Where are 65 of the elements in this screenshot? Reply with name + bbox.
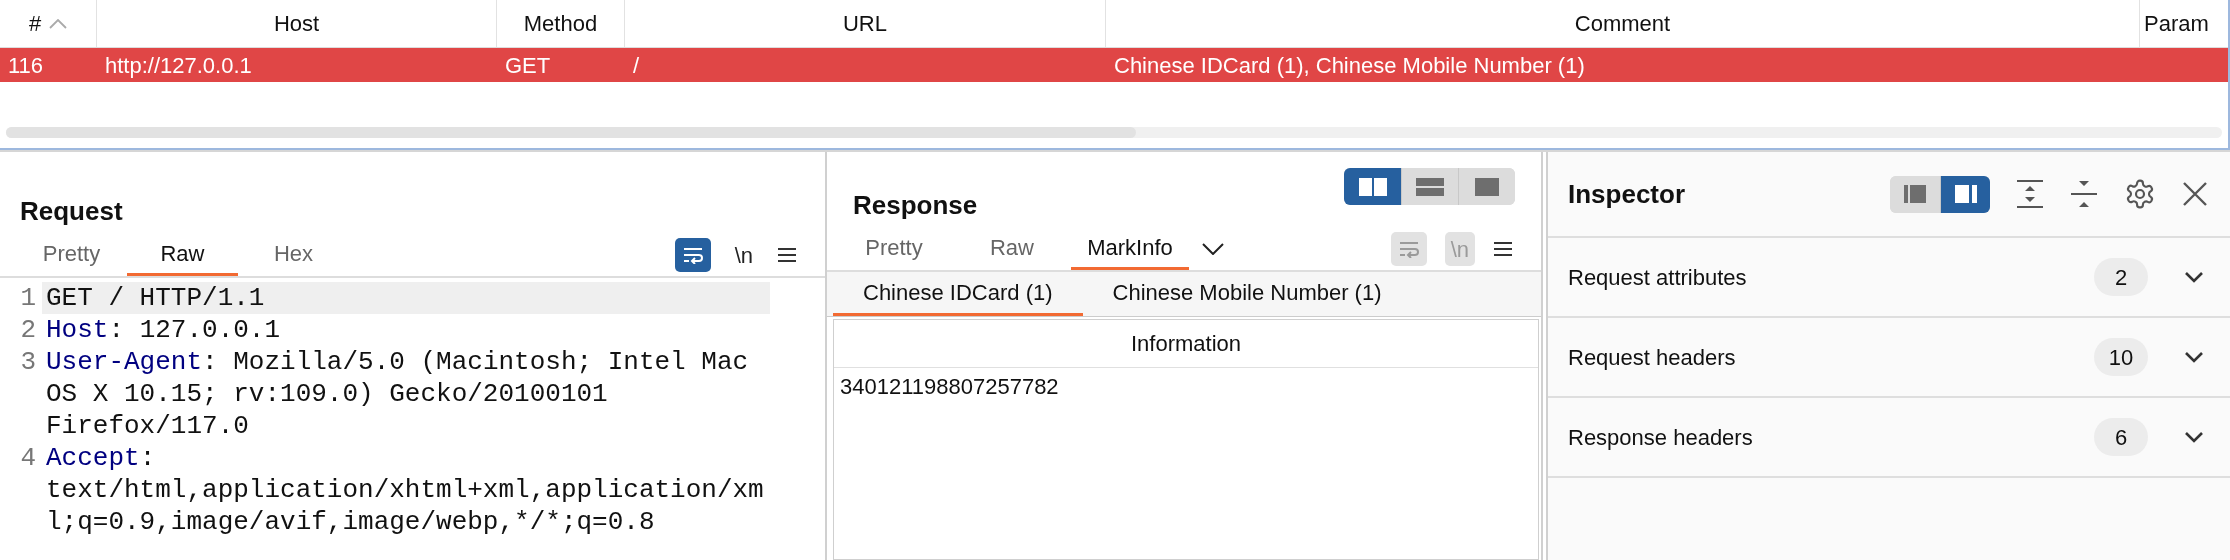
column-header[interactable]: Comment bbox=[1106, 0, 2140, 47]
scrollbar-thumb[interactable] bbox=[6, 127, 1136, 138]
single-pane-icon bbox=[1475, 177, 1499, 196]
tab[interactable]: Hex bbox=[238, 234, 349, 276]
panel-title: Response bbox=[852, 189, 978, 222]
menu-icon[interactable] bbox=[1493, 241, 1513, 257]
column-header[interactable]: URL bbox=[625, 0, 1106, 47]
panel-title: Request bbox=[19, 195, 123, 228]
split-columns-icon bbox=[1358, 177, 1387, 196]
layout-toggle[interactable] bbox=[1344, 168, 1401, 205]
collapse-icon[interactable] bbox=[2070, 179, 2098, 209]
line-number: 3 bbox=[19, 346, 37, 378]
split-rows-icon bbox=[1416, 177, 1444, 196]
table-cell: 116 bbox=[8, 52, 44, 78]
code-line: Host: 127.0.0.1 bbox=[45, 314, 282, 346]
section-label: Request attributes bbox=[1568, 263, 1748, 292]
scrollbar-track[interactable] bbox=[6, 127, 2222, 138]
wrap-lines-icon bbox=[1397, 240, 1420, 258]
section-label: Request headers bbox=[1568, 343, 1737, 372]
table-cell-text: 340121198807257782 bbox=[840, 372, 1059, 401]
inspector-section[interactable]: Request headers 10 bbox=[1548, 318, 2230, 398]
close-icon[interactable] bbox=[2182, 181, 2208, 207]
line-number: 4 bbox=[19, 442, 37, 474]
tab[interactable]: Raw bbox=[127, 234, 238, 276]
wrap-lines-icon bbox=[681, 246, 704, 264]
panel-right-icon bbox=[1954, 185, 1977, 203]
table-cell: GET bbox=[505, 52, 551, 78]
tab[interactable]: Pretty bbox=[16, 234, 127, 276]
panel-left-icon bbox=[1904, 185, 1926, 203]
column-header[interactable]: Host bbox=[97, 0, 497, 47]
chevron-down-icon[interactable] bbox=[2184, 271, 2204, 283]
column-header[interactable]: Information bbox=[1130, 327, 1242, 360]
line-number: 1 bbox=[19, 282, 37, 314]
tab[interactable]: Raw bbox=[953, 228, 1071, 270]
line-number: 2 bbox=[19, 314, 37, 346]
tab[interactable]: Chinese Mobile Number (1) bbox=[1082, 272, 1412, 316]
code-line: User-Agent: Mozilla/5.0 (Macintosh; Intel Mac OS X 10.15; rv:109.0) Gecko/20100101 Firefox/117.0 bbox=[45, 346, 750, 442]
inspector-section[interactable]: Response headers 6 bbox=[1548, 398, 2230, 478]
layout-toggle[interactable] bbox=[1458, 168, 1515, 205]
panel-title: Inspector bbox=[1568, 177, 1686, 211]
table-cell: Chinese IDCard (1), Chinese Mobile Number (1) bbox=[1114, 52, 1585, 78]
section-label: Response headers bbox=[1568, 423, 1754, 452]
count-badge: 10 bbox=[2094, 338, 2148, 376]
layout-toggle[interactable] bbox=[1940, 175, 1990, 213]
settings-icon[interactable] bbox=[2124, 178, 2156, 210]
table-cell: http://127.0.0.1 bbox=[105, 52, 252, 78]
tab[interactable]: Pretty bbox=[835, 228, 953, 270]
inspector-section[interactable]: Request attributes 2 bbox=[1548, 238, 2230, 318]
column-header[interactable]: Param bbox=[2140, 0, 2228, 47]
table-row[interactable]: 116 http://127.0.0.1 GET / Chinese IDCard (1), Chinese Mobile Number (1) bbox=[0, 48, 2228, 82]
table-cell: / bbox=[633, 52, 640, 78]
column-header[interactable]: Method bbox=[497, 0, 625, 47]
code-line: Accept: text/html,application/xhtml+xml,application/xml;q=0.9,image/avif,image/webp,*/*;q=0.8 bbox=[45, 442, 765, 538]
menu-icon[interactable] bbox=[777, 247, 797, 263]
expand-icon[interactable] bbox=[2016, 179, 2044, 209]
sort-ascending-icon bbox=[49, 18, 68, 29]
chevron-down-icon[interactable] bbox=[2184, 351, 2204, 363]
chevron-down-icon[interactable] bbox=[2184, 431, 2204, 443]
column-header[interactable]: # bbox=[0, 0, 97, 47]
wrap-button[interactable] bbox=[674, 238, 711, 272]
newline-button[interactable]: \n bbox=[728, 238, 759, 272]
count-badge: 6 bbox=[2094, 418, 2148, 456]
chevron-down-icon bbox=[1202, 243, 1224, 255]
count-badge: 2 bbox=[2094, 258, 2148, 296]
tab[interactable]: Chinese IDCard (1) bbox=[833, 272, 1083, 316]
